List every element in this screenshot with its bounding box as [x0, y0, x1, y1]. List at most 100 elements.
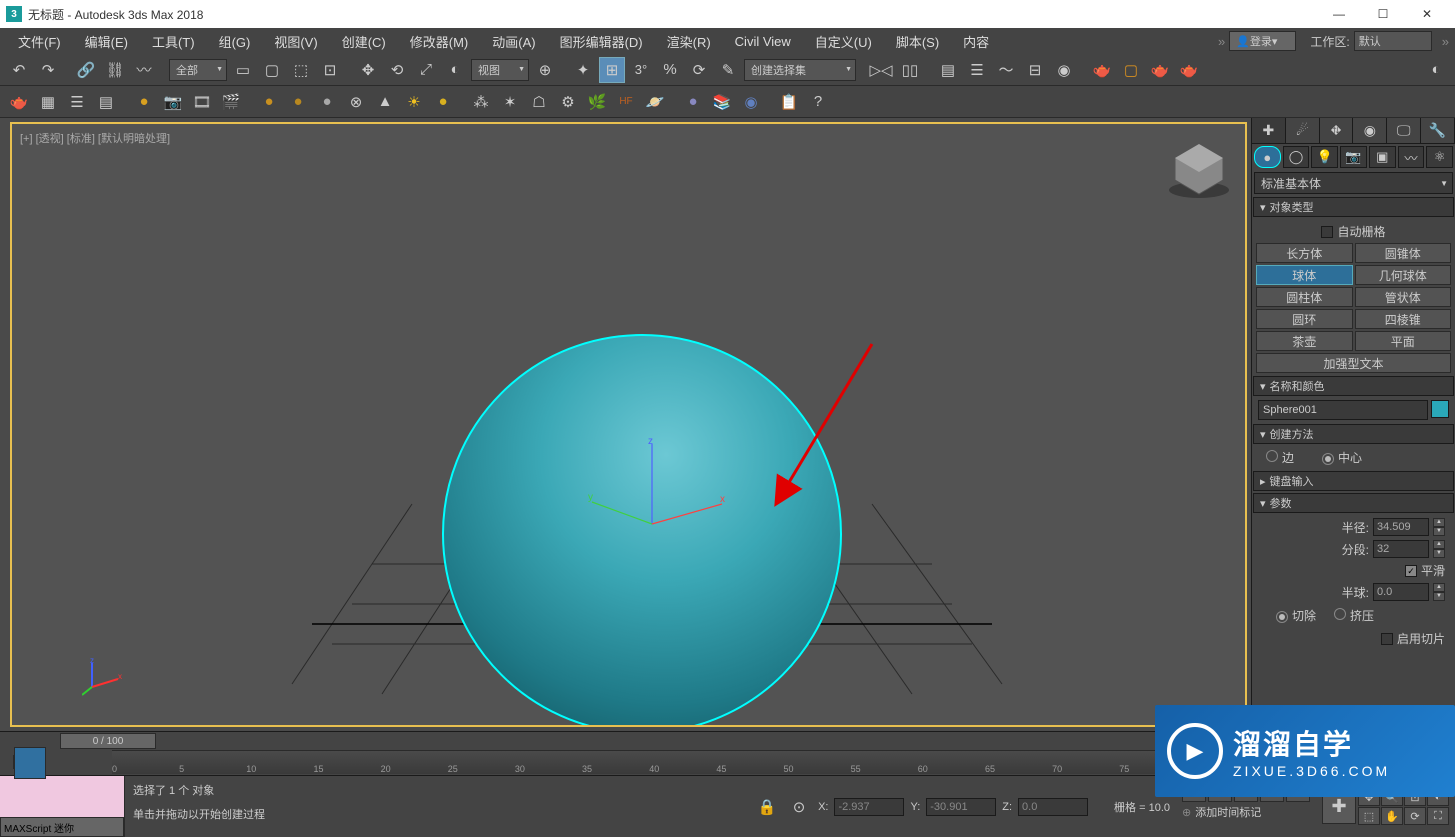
- create-tab[interactable]: ✚: [1252, 118, 1286, 143]
- workspace-dropdown[interactable]: 默认: [1354, 31, 1432, 51]
- maximize-button[interactable]: ☐: [1361, 0, 1405, 28]
- systems-category[interactable]: ⚛: [1426, 146, 1453, 168]
- planet-icon[interactable]: 🪐: [642, 89, 668, 115]
- close-button[interactable]: ✕: [1405, 0, 1449, 28]
- slice-checkbox[interactable]: [1381, 633, 1393, 645]
- name-color-rollout[interactable]: ▾ 名称和颜色: [1253, 376, 1454, 396]
- percent-snap-button[interactable]: %: [657, 57, 683, 83]
- render-iterative-button[interactable]: 🫖: [1176, 57, 1202, 83]
- sphere4-icon[interactable]: ●: [430, 89, 456, 115]
- cameras-category[interactable]: 📷: [1340, 146, 1367, 168]
- light-omni-icon[interactable]: ●: [131, 89, 157, 115]
- menu-6[interactable]: 修改器(M): [398, 28, 481, 54]
- primitive-圆锥体[interactable]: 圆锥体: [1355, 243, 1452, 263]
- primitive-加强型文本[interactable]: 加强型文本: [1256, 353, 1451, 373]
- named-selection-dropdown[interactable]: 创建选择集: [744, 59, 856, 81]
- object-name-input[interactable]: [1258, 400, 1428, 420]
- helpers-category[interactable]: ▣: [1369, 146, 1396, 168]
- sun-icon[interactable]: ☀: [401, 89, 427, 115]
- material-editor-button[interactable]: ◉: [1051, 57, 1077, 83]
- maxscript-output[interactable]: [0, 776, 124, 817]
- rotate-button[interactable]: ⟲: [384, 57, 410, 83]
- radius-spinner[interactable]: 34.509: [1373, 518, 1429, 536]
- smooth-checkbox[interactable]: [1405, 565, 1417, 577]
- menu-9[interactable]: 渲染(R): [655, 28, 723, 54]
- nav-region-button[interactable]: ⬚: [1358, 807, 1380, 825]
- unlink-button[interactable]: ⛓: [102, 57, 128, 83]
- undo-button[interactable]: ↶: [6, 57, 32, 83]
- link-button[interactable]: 🔗: [73, 57, 99, 83]
- clip-icon[interactable]: 🎬: [218, 89, 244, 115]
- primitive-圆柱体[interactable]: 圆柱体: [1256, 287, 1353, 307]
- selection-filter-dropdown[interactable]: 全部: [169, 59, 227, 81]
- sphere3-icon[interactable]: ●: [314, 89, 340, 115]
- render-setup-button[interactable]: 🫖: [1089, 57, 1115, 83]
- layer-explorer-button[interactable]: ▤: [935, 57, 961, 83]
- object-color-swatch[interactable]: [1431, 400, 1449, 418]
- perspective-viewport[interactable]: [+] [透视] [标准] [默认明暗处理]: [10, 122, 1247, 727]
- transform-gizmo[interactable]: z x y: [582, 434, 742, 574]
- edge-radio[interactable]: 边: [1266, 449, 1294, 466]
- placement-button[interactable]: ◐: [442, 57, 468, 83]
- render-production-button[interactable]: 🫖: [1147, 57, 1173, 83]
- mirror-button[interactable]: ▷◁: [868, 57, 894, 83]
- schematic-view-button[interactable]: ⊟: [1022, 57, 1048, 83]
- keyboard-entry-rollout[interactable]: ▸ 键盘输入: [1253, 471, 1454, 491]
- film-icon[interactable]: 🎞: [189, 89, 215, 115]
- rendered-frame-button[interactable]: ▢: [1118, 57, 1144, 83]
- primitive-长方体[interactable]: 长方体: [1256, 243, 1353, 263]
- menu-5[interactable]: 创建(C): [330, 28, 398, 54]
- wire-icon[interactable]: ⊗: [343, 89, 369, 115]
- overflow-button[interactable]: ◐: [1423, 57, 1449, 83]
- spacewarps-category[interactable]: 〰: [1398, 146, 1425, 168]
- menu-13[interactable]: 内容: [951, 28, 1001, 54]
- lock-selection-icon[interactable]: 🔒: [754, 794, 780, 820]
- menu-1[interactable]: 编辑(E): [73, 28, 140, 54]
- y-coord[interactable]: -30.901: [926, 798, 996, 816]
- spinner-snap-button[interactable]: ⟳: [686, 57, 712, 83]
- mat-sphere-icon[interactable]: ●: [680, 89, 706, 115]
- mat-lib-icon[interactable]: 📚: [709, 89, 735, 115]
- align-button[interactable]: ▯▯: [897, 57, 923, 83]
- menu-2[interactable]: 工具(T): [140, 28, 207, 54]
- select-manipulate-button[interactable]: ✦: [570, 57, 596, 83]
- geometry-category[interactable]: ●: [1254, 146, 1281, 168]
- rig-icon[interactable]: ☖: [526, 89, 552, 115]
- isolate-icon[interactable]: ⊙: [786, 794, 812, 820]
- move-button[interactable]: ✥: [355, 57, 381, 83]
- grass-icon[interactable]: 🌿: [584, 89, 610, 115]
- autogrid-checkbox[interactable]: [1321, 226, 1333, 238]
- primitive-平面[interactable]: 平面: [1355, 331, 1452, 351]
- grid-icon[interactable]: ▤: [93, 89, 119, 115]
- parameters-rollout[interactable]: ▾ 参数: [1253, 493, 1454, 513]
- maxscript-input[interactable]: MAXScript 迷你: [0, 817, 124, 837]
- viewport-layout-button[interactable]: [14, 747, 46, 779]
- redo-button[interactable]: ↷: [35, 57, 61, 83]
- lights-category[interactable]: 💡: [1311, 146, 1338, 168]
- primitive-四棱锥[interactable]: 四棱锥: [1355, 309, 1452, 329]
- scale-button[interactable]: ⤢: [413, 57, 439, 83]
- menu-0[interactable]: 文件(F): [6, 28, 73, 54]
- snap-toggle-button[interactable]: ⊞: [599, 57, 625, 83]
- menu-3[interactable]: 组(G): [207, 28, 263, 54]
- modify-tab[interactable]: ☄: [1286, 118, 1320, 143]
- window-crossing-button[interactable]: ⊡: [317, 57, 343, 83]
- camera-icon[interactable]: 📷: [160, 89, 186, 115]
- edit-selection-button[interactable]: ✎: [715, 57, 741, 83]
- select-object-button[interactable]: ▭: [230, 57, 256, 83]
- primitive-圆环[interactable]: 圆环: [1256, 309, 1353, 329]
- creation-method-rollout[interactable]: ▾ 创建方法: [1253, 424, 1454, 444]
- nav-orbit-button[interactable]: ⟳: [1404, 807, 1426, 825]
- sphere2-icon[interactable]: ●: [285, 89, 311, 115]
- menu-7[interactable]: 动画(A): [480, 28, 547, 54]
- utilities-tab[interactable]: 🔧: [1421, 118, 1455, 143]
- curve-editor-button[interactable]: 〜: [993, 57, 1019, 83]
- view-cube[interactable]: [1165, 134, 1233, 202]
- time-slider[interactable]: 0 / 100: [60, 733, 156, 749]
- angle-snap-button[interactable]: 3°: [628, 57, 654, 83]
- select-name-button[interactable]: ▢: [259, 57, 285, 83]
- x-coord[interactable]: -2.937: [834, 798, 904, 816]
- login-dropdown[interactable]: 👤 登录 ▾: [1229, 31, 1296, 51]
- nav-pan2-button[interactable]: ✋: [1381, 807, 1403, 825]
- center-radio[interactable]: 中心: [1322, 449, 1362, 466]
